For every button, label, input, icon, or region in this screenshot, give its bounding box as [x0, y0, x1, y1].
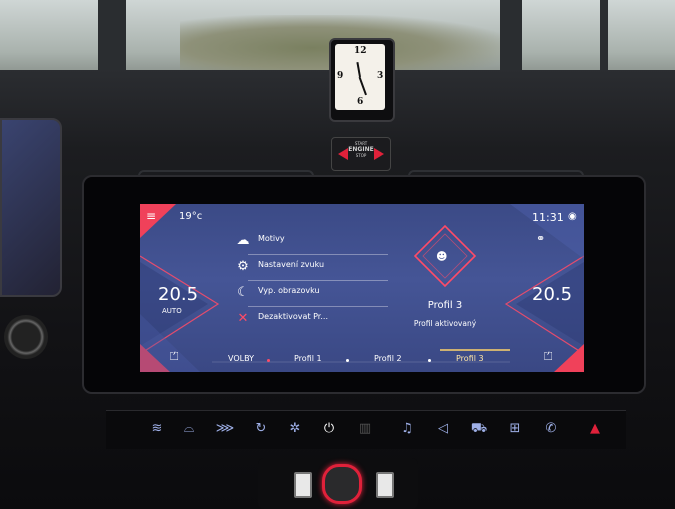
profile-avatar-icon: ☻: [436, 250, 448, 263]
light-control-knob[interactable]: [4, 315, 48, 359]
connected-services-icon[interactable]: ⚭: [536, 232, 545, 245]
separator-dot: [267, 359, 270, 362]
clock-numeral-3: 3: [377, 71, 384, 81]
menu-divider: [248, 306, 388, 307]
volume-power-knob[interactable]: [322, 464, 362, 504]
menu-item-label: Vyp. obrazovku: [258, 286, 320, 295]
usb-port-left[interactable]: [294, 472, 312, 498]
menu-item-deactivate-profile[interactable]: ✕ Dezaktivovat Pr...: [230, 309, 390, 329]
menu-item-sound-settings[interactable]: ⚙ Nastavení zvuku: [230, 257, 390, 277]
fan-settings-icon[interactable]: ✲: [284, 419, 306, 439]
music-icon[interactable]: ♫: [396, 419, 418, 439]
left-temperature[interactable]: 20.5: [158, 284, 198, 305]
volume-grille: ▥: [358, 421, 372, 436]
usb-console: [258, 458, 418, 509]
right-temperature[interactable]: 20.5: [532, 284, 572, 305]
tab-profile-1[interactable]: Profil 1: [294, 354, 322, 363]
engine-start-stop-button[interactable]: START ENGINE STOP: [331, 137, 391, 171]
front-defrost-icon[interactable]: ⌓: [178, 419, 200, 439]
navigation-icon[interactable]: ◁: [432, 419, 454, 439]
clock-hour-hand: [356, 62, 361, 78]
menu-item-themes[interactable]: ☁ Motivy: [230, 231, 390, 251]
left-seat-heat-icon[interactable]: ⏍: [170, 350, 178, 364]
usb-port-right[interactable]: [376, 472, 394, 498]
separator-dot: [346, 359, 349, 362]
separator-dot: [428, 359, 431, 362]
menu-divider: [248, 254, 388, 255]
clock-time: 11:31: [532, 211, 564, 224]
palette-icon: ☁: [236, 233, 250, 248]
instrument-cluster-edge: [0, 118, 62, 297]
menu-item-label: Nastavení zvuku: [258, 260, 325, 269]
tab-profile-2[interactable]: Profil 2: [374, 354, 402, 363]
menu-icon[interactable]: ≡: [146, 209, 156, 223]
rear-defrost-icon[interactable]: ≋: [146, 419, 168, 439]
max-defrost-icon[interactable]: ⋙: [214, 419, 236, 439]
analog-clock: 12 3 6 9: [335, 44, 385, 110]
menu-item-label: Motivy: [258, 234, 285, 243]
menu-divider: [248, 280, 388, 281]
location-icon: ◉: [568, 211, 577, 222]
control-strip: ≋ ⌓ ⋙ ↻ ✲ ⏻ ▥ ♫ ◁ ⛟ ⊞ ✆ ▲: [106, 410, 626, 449]
close-icon: ✕: [237, 311, 249, 326]
profile-title: Profil 3: [427, 300, 463, 311]
clock-numeral-9: 9: [337, 71, 344, 81]
profile-status: Profil aktivovaný: [413, 319, 477, 328]
clock-minute-hand: [359, 76, 367, 96]
tab-profile-3[interactable]: Profil 3: [456, 354, 484, 363]
moon-icon: ☾: [237, 285, 249, 300]
menu-item-screen-off[interactable]: ☾ Vyp. obrazovku: [230, 283, 390, 303]
right-seat-heat-icon[interactable]: ⏍: [544, 350, 552, 364]
menu-item-label: Dezaktivovat Pr...: [258, 312, 328, 321]
recirculation-icon[interactable]: ↻: [250, 419, 272, 439]
car-icon[interactable]: ⛟: [468, 419, 490, 439]
engine-button-arrows: [338, 148, 384, 160]
phone-icon[interactable]: ✆: [540, 419, 562, 439]
power-icon[interactable]: ⏻: [318, 419, 340, 439]
climate-mode: AUTO: [162, 307, 182, 315]
infotainment-screen: ≡ 19°c 11:31 ◉ ⚭ 20.5 AUTO 20.5 ⏍ ⏍ ☁ Mo…: [140, 204, 584, 372]
clock-numeral-6: 6: [357, 97, 364, 107]
options-button[interactable]: VOLBY: [228, 354, 254, 363]
sound-settings-icon: ⚙: [237, 259, 249, 274]
apps-grid-icon[interactable]: ⊞: [504, 419, 526, 439]
clock-numeral-12: 12: [354, 46, 367, 56]
outside-temperature: 19°c: [179, 211, 203, 222]
hazard-icon[interactable]: ▲: [584, 419, 606, 439]
